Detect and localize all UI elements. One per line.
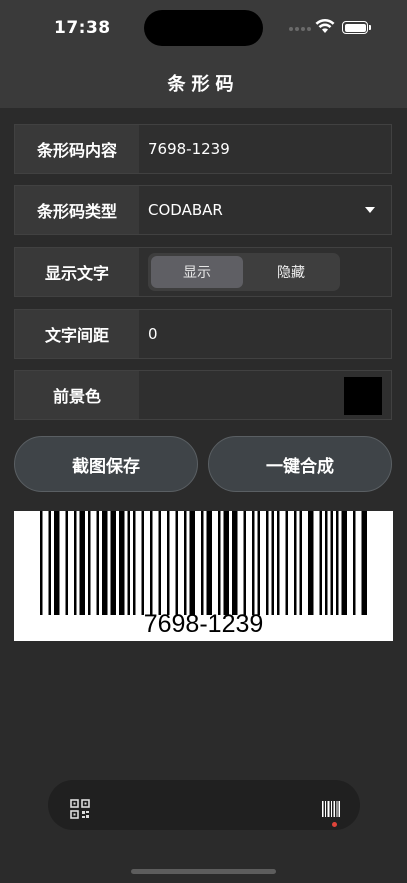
barcode-text: 7698-1239 [143,610,264,638]
barcode-bar [54,511,60,615]
barcode-preview: 7698-1239 [14,511,393,641]
barcode-bar [167,511,170,615]
barcode-bar [285,511,288,615]
barcode-bar [325,511,328,615]
text-spacing-label: 文字间距 [15,310,139,358]
battery-icon [342,21,368,34]
barcode-type-label: 条形码类型 [15,186,139,234]
barcode-bar [336,511,339,615]
barcode-bar [294,511,297,615]
barcode-bar [223,511,229,615]
barcode-bar [330,511,333,615]
dropdown-arrow-icon[interactable] [365,207,375,213]
barcode-bar [319,511,322,615]
barcode-bar [102,511,108,615]
text-spacing-input[interactable]: 0 [148,310,158,358]
barcode-bar [266,511,269,615]
barcode-bar [277,511,280,615]
barcode-bar [308,511,314,615]
barcode-bar [232,511,238,615]
barcode-bar [175,511,178,615]
barcode-bar [65,511,68,615]
barcode-bar [127,511,130,615]
barcode-bars [40,511,367,615]
barcode-bar [252,511,255,615]
barcode-bar [218,511,221,615]
home-indicator [131,869,276,874]
barcode-bar [88,511,91,615]
barcode-bar [299,511,302,615]
show-text-row: 显示文字 显示 隐藏 [14,247,392,297]
barcode-content-label: 条形码内容 [15,125,139,173]
dynamic-island [144,10,263,46]
foreground-color-swatch[interactable] [344,377,382,415]
barcode-bar [341,511,347,615]
barcode-bar [257,511,260,615]
barcode-content-row: 条形码内容 7698-1239 [14,124,392,174]
barcode-bar [96,511,99,615]
barcode-bar [79,511,85,615]
show-text-label: 显示文字 [15,248,139,296]
one-click-merge-button[interactable]: 一键合成 [208,436,392,492]
tab-bar [48,780,360,830]
wifi-icon [315,18,335,33]
barcode-bar [141,511,144,615]
barcode-bar [201,511,204,615]
page-title: 条形码 [167,74,240,95]
screenshot-save-button[interactable]: 截图保存 [14,436,198,492]
barcode-bar [184,511,187,615]
show-text-segmented-control: 显示 隐藏 [148,253,340,291]
navigation-bar: 条形码 [0,56,407,108]
barcode-icon[interactable] [322,800,340,818]
barcode-bar [119,511,125,615]
selected-tab-indicator [332,822,337,827]
barcode-bar [74,511,77,615]
barcode-bar [48,511,51,615]
barcode-type-select[interactable]: CODABAR [148,186,223,234]
barcode-type-row[interactable]: 条形码类型 CODABAR [14,185,392,235]
barcode-bar [158,511,161,615]
barcode-bar [243,511,246,615]
barcode-bar [353,511,356,615]
barcode-bar [189,511,195,615]
barcode-bar [150,511,153,615]
cellular-signal-icon [289,27,311,31]
barcode-bar [206,511,212,615]
foreground-color-label: 前景色 [15,371,139,419]
barcode-bar [271,511,274,615]
segment-show[interactable]: 显示 [151,256,243,288]
barcode-bar [40,511,43,615]
battery-cap [369,25,371,30]
barcode-bar [110,511,116,615]
foreground-color-row: 前景色 [14,370,392,420]
segment-hide[interactable]: 隐藏 [245,256,337,288]
qr-code-icon[interactable] [70,799,90,819]
barcode-bar [361,511,367,615]
status-time: 17:38 [54,18,111,38]
text-spacing-row: 文字间距 0 [14,309,392,359]
barcode-content-input[interactable]: 7698-1239 [148,125,230,173]
status-bar: 17:38 [0,0,407,56]
barcode-bar [133,511,136,615]
